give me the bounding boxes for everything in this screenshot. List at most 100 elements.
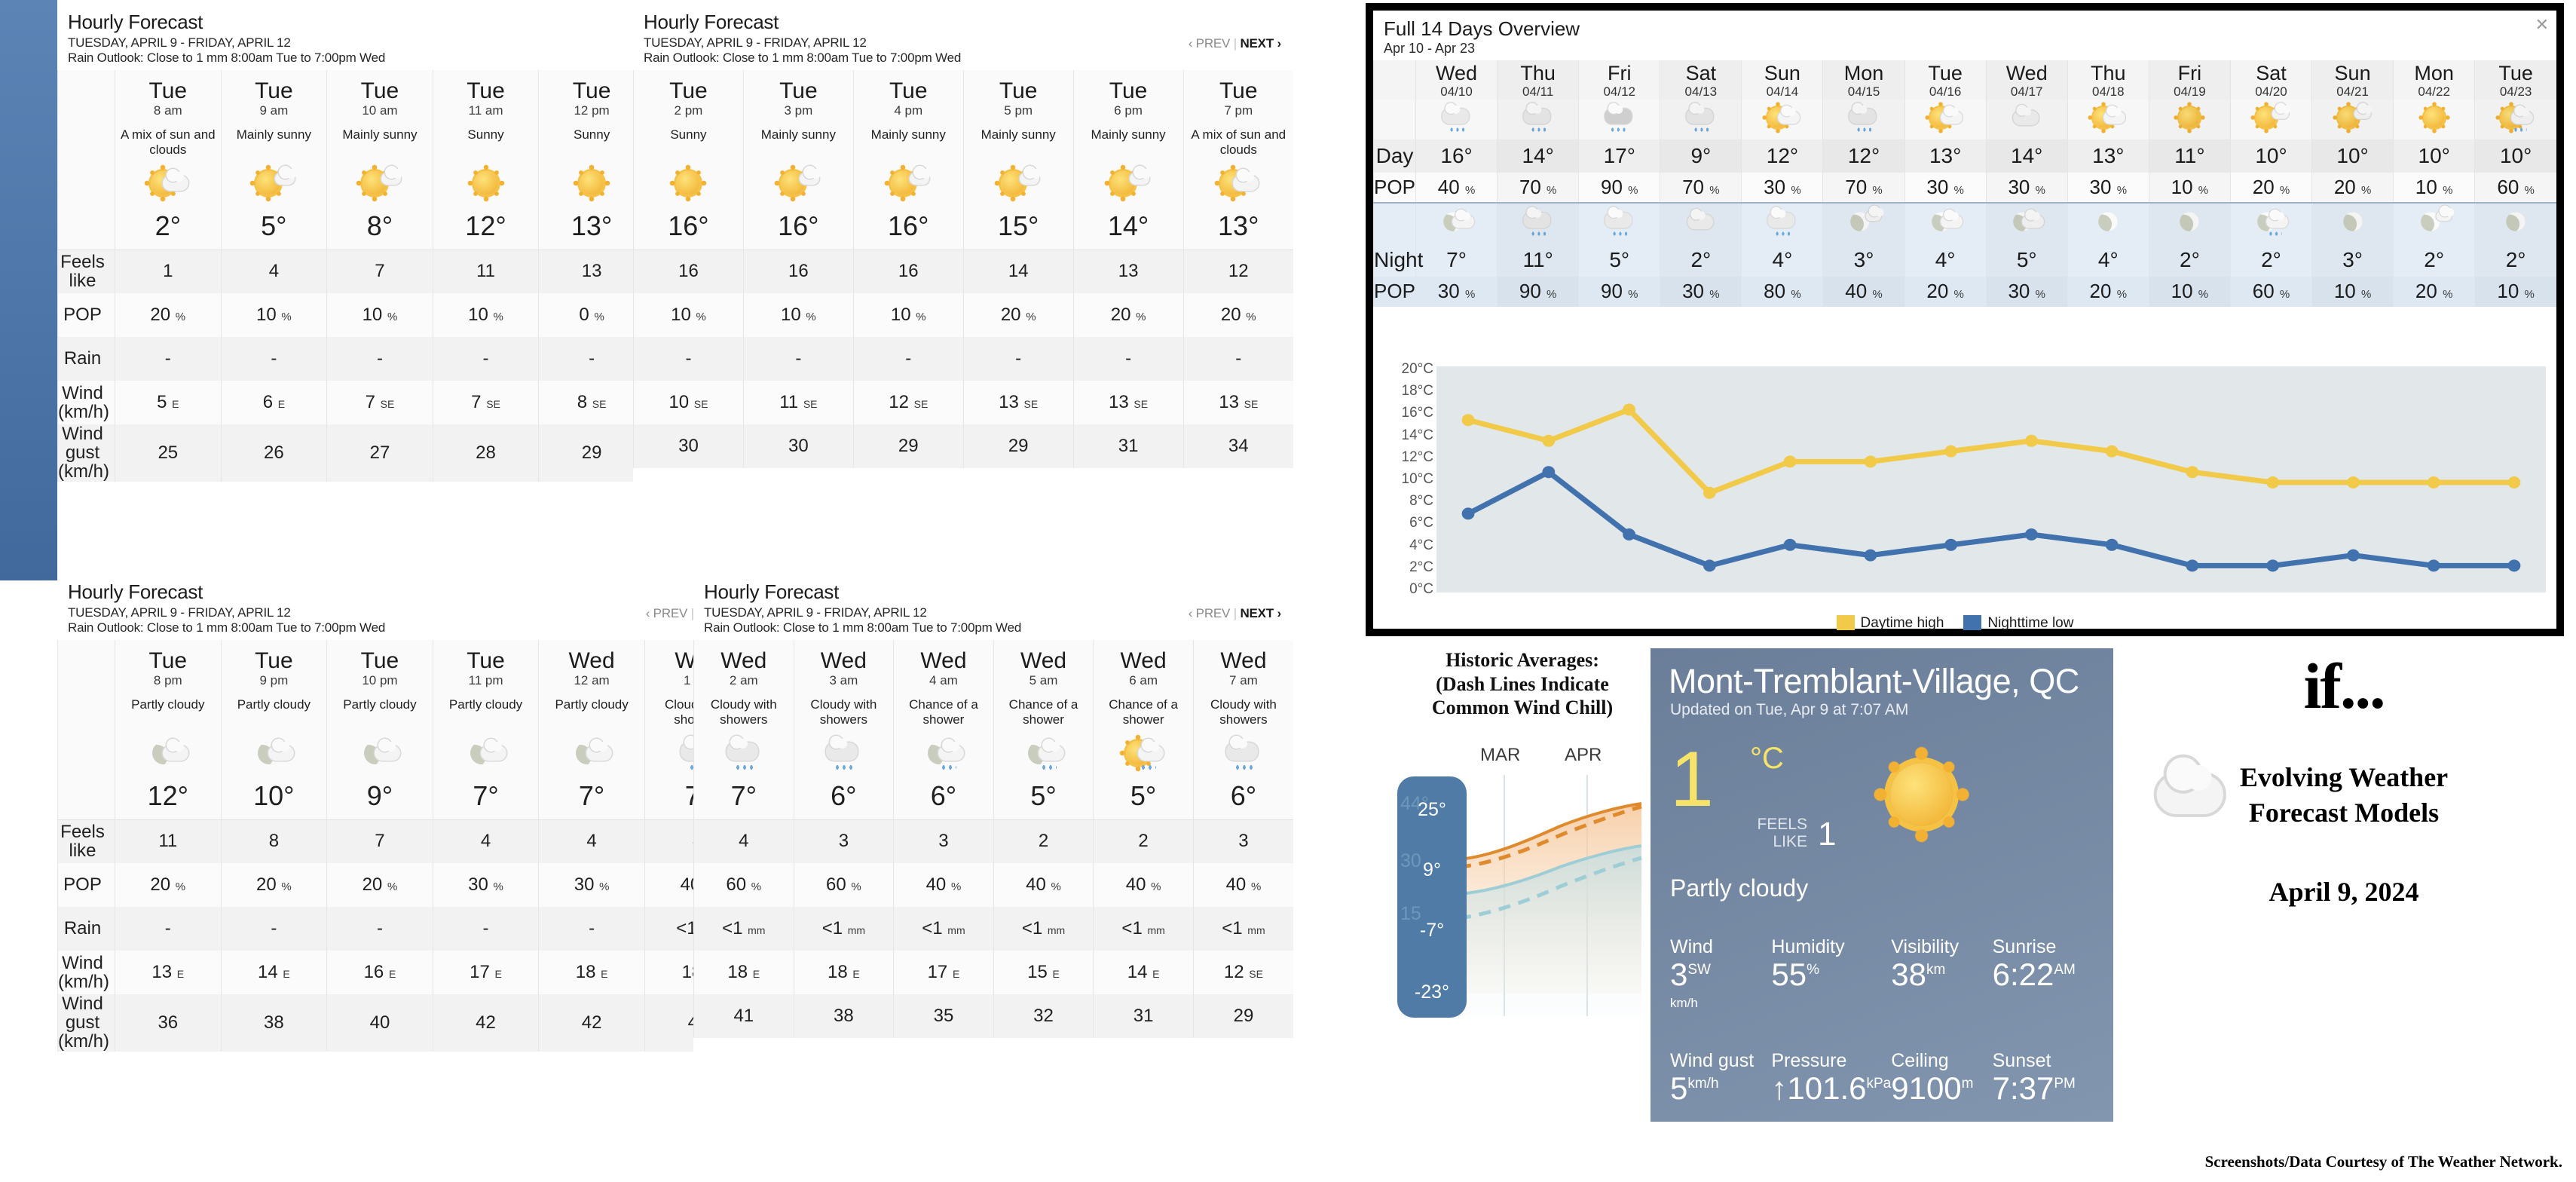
icon-cell — [1072, 161, 1184, 210]
overview-day-header: Mon 04/15 — [1822, 60, 1905, 100]
hourly-forecast-table: Wed 2 am Wed 3 am Wed 4 am Wed 5 am Wed 6 am Wed 7 … — [693, 640, 1293, 1038]
temperature-cell: 16° — [742, 210, 854, 250]
overview-night-icon-cell — [1985, 202, 2068, 243]
stat-item: Ceiling 9100m — [1891, 1050, 1992, 1105]
wind-gust-cell: 42 — [538, 994, 645, 1052]
table-row-pop: 60 % 60 % 40 % 40 % 40 % 40 % — [693, 863, 1293, 907]
chart-point — [1783, 455, 1797, 468]
overview-night-pop-cell: 20 % — [2067, 276, 2149, 307]
overview-night-icon-cell — [1904, 202, 1987, 243]
y-tick-label: 10°C — [1401, 471, 1433, 487]
condition-cell: Mainly sunny — [1072, 119, 1184, 162]
prev-button[interactable]: ‹ PREV — [646, 606, 688, 620]
rain-heavy-icon — [1601, 102, 1638, 133]
condition-cell: Mainly sunny — [326, 119, 433, 162]
overview-night-temp-cell: 11° — [1497, 243, 1579, 277]
overview-night-pop-cell: 80 % — [1741, 276, 1823, 307]
overview-night-icon-cell — [1415, 202, 1498, 243]
legend-swatch-nighttime-low — [1963, 615, 1982, 630]
icon-cell — [633, 161, 744, 210]
wind-gust-cell: 30 — [633, 424, 744, 468]
sun-rain-icon — [2495, 101, 2534, 133]
hour-column-header: Tue 9 pm — [220, 640, 327, 690]
wind-cell: 13 SE — [962, 381, 1074, 424]
hourly-forecast-panel-bottom-right: Hourly Forecast TUESDAY, APRIL 9 - FRIDA… — [693, 573, 1293, 1131]
overview-day-icon-cell — [1741, 99, 1823, 139]
pop-cell: 10 % — [432, 293, 539, 337]
close-icon[interactable]: ✕ — [2535, 15, 2549, 35]
temperature-cell: 6° — [793, 779, 894, 820]
table-row-feels-like: 433223 — [693, 819, 1293, 863]
row-label: POP — [57, 293, 115, 337]
pop-cell: 10 % — [220, 293, 327, 337]
scale-label-minus-23: -23° — [1414, 981, 1450, 1003]
condition-cell: Partly cloudy — [115, 689, 222, 732]
chart-point — [1461, 507, 1475, 520]
hourly-forecast-panel-bottom-left: Hourly Forecast TUESDAY, APRIL 9 - FRIDA… — [57, 573, 751, 1131]
historic-title-line-2: (Dash Lines Indicate — [1436, 672, 1609, 695]
rain-cell: - — [220, 907, 327, 951]
moon-icon — [2171, 206, 2208, 237]
overview-night-icon-cell — [2393, 202, 2475, 243]
overview-day-temp-cell: 10° — [2311, 139, 2394, 173]
overview-night-icon-cell — [1497, 202, 1579, 243]
date-range: TUESDAY, APRIL 9 - FRIDAY, APRIL 12 — [68, 605, 291, 620]
overview-day-temp-cell: 16° — [1415, 139, 1498, 173]
wind-gust-cell: 38 — [793, 994, 894, 1038]
condition-cell: A mix of sun and clouds — [1182, 119, 1293, 162]
temperature-cell: 6° — [1192, 779, 1293, 820]
condition-cell: Sunny — [633, 119, 744, 162]
rain-icon — [821, 735, 865, 772]
overview-night-temp-cell: 2° — [2474, 243, 2556, 277]
hourly-forecast-column: Hourly Forecast TUESDAY, APRIL 9 - FRIDA… — [0, 0, 1366, 1138]
prev-button[interactable]: ‹ PREV — [1189, 606, 1231, 620]
rain-cell: - — [742, 337, 854, 381]
overview-day-header: Tue 04/23 — [2474, 60, 2556, 100]
feels-like-value: 1 — [1818, 816, 1837, 853]
temperature-cell: 13° — [538, 210, 645, 250]
next-button[interactable]: NEXT › — [1240, 36, 1281, 51]
wind-gust-cell: 38 — [220, 994, 327, 1052]
hour-column-header: Wed 2 am — [693, 640, 794, 690]
table-row-wind-gust: 30 30 29 29 31 34 — [633, 424, 1293, 468]
overview-day-temp-cell: 14° — [1497, 139, 1579, 173]
icon-cell — [220, 731, 327, 780]
table-row-temperature: 12°10°9°7°7°7° — [57, 779, 751, 820]
y-tick-label: 4°C — [1409, 537, 1433, 553]
overview-day-header: Thu 04/18 — [2067, 60, 2149, 100]
wind-gust-cell: 36 — [115, 994, 222, 1052]
table-row-wind: 10 SE 11 SE 12 SE 13 SE 13 SE 13 SE — [633, 381, 1293, 424]
feels-like-cell: 4 — [432, 819, 539, 863]
rain-cell: - — [1072, 337, 1184, 381]
feels-like-label: FEELS LIKE — [1744, 816, 1807, 850]
legend-label-daytime-high: Daytime high — [1860, 615, 1944, 631]
stat-item: Pressure ↑101.6kPa — [1771, 1050, 1891, 1105]
row-label: POP — [57, 863, 115, 907]
feels-like-cell: 3 — [1192, 819, 1293, 863]
overview-day-temp-cell: 11° — [2148, 139, 2231, 173]
feels-like-cell: 14 — [962, 250, 1074, 293]
table-row-icon — [633, 161, 1293, 210]
feels-like-cell: 13 — [538, 250, 645, 293]
overview-night-temp-cell: 5° — [1985, 243, 2068, 277]
overview-night-pop-cell: 90 % — [1578, 276, 1660, 307]
moon-smallcloud-icon — [1845, 205, 1884, 237]
stat-item: Wind gust 5km/h — [1670, 1050, 1771, 1105]
feels-like-cell: 7 — [326, 819, 433, 863]
sun-smallcloud-icon — [2250, 101, 2290, 133]
overview-day-pop-cell: 10 % — [2148, 172, 2231, 204]
next-button[interactable]: NEXT › — [1240, 606, 1281, 620]
sun-smallcloud-icon — [774, 164, 821, 202]
sun-smallcloud-icon — [1104, 164, 1152, 202]
condition-cell: Cloudy with showers — [793, 689, 894, 732]
chart-point — [2105, 445, 2119, 458]
overview-row-day-pop: POP 40 % 70 % 90 % 70 % 30 % 70 % 30 % 30 % 30 % 1… — [1373, 172, 2556, 204]
overview-night-pop-cell: 90 % — [1497, 276, 1579, 307]
prev-button[interactable]: ‹ PREV — [1189, 36, 1231, 51]
hour-column-header: Wed 6 am — [1093, 640, 1194, 690]
feels-like-cell: 8 — [220, 819, 327, 863]
chart-point — [2347, 476, 2360, 488]
headline: Evolving Weather Forecast Models — [2133, 760, 2555, 831]
moon-icon — [2497, 206, 2534, 237]
stat-label: Pressure — [1771, 1049, 1847, 1071]
